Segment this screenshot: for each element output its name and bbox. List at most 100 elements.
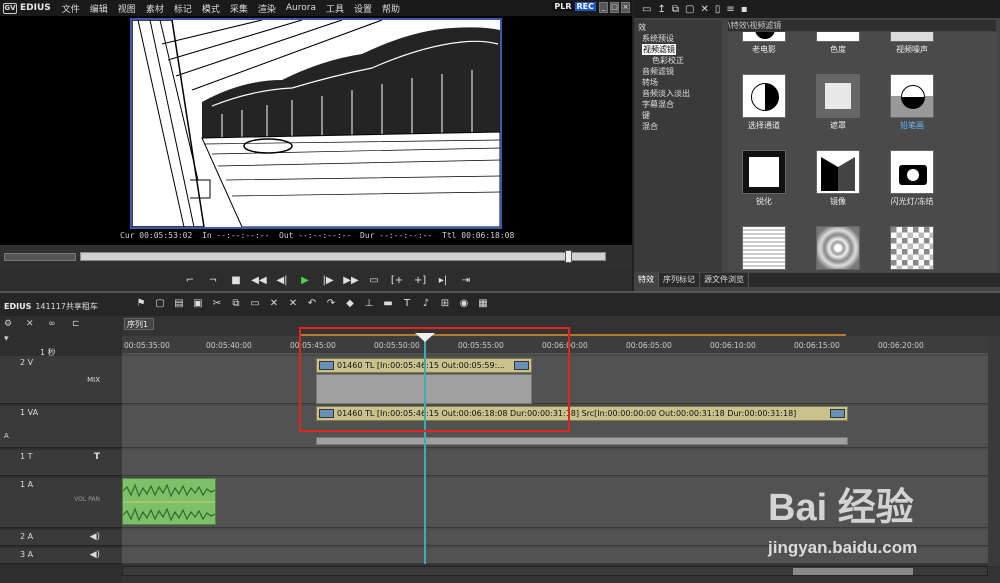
menu-tools[interactable]: 工具 [321,2,349,15]
tree-node-audio-filters[interactable]: 音频滤镜 [638,66,722,77]
shuttle-slider[interactable] [4,253,76,261]
audio-link-icon[interactable]: A [4,432,9,440]
rewind-icon[interactable]: ◀◀ [249,272,269,288]
track-header-1t[interactable]: 1 T T [0,450,122,476]
recorder-mode-button[interactable]: REC [574,2,596,11]
effect-strobe[interactable]: 闪光灯/冻结 [882,150,942,207]
position-slider-handle[interactable] [565,250,572,263]
tree-node-blend[interactable]: 混合 [638,121,722,132]
effect-radial[interactable] [808,226,868,270]
tab-effects[interactable]: 特效 [634,273,659,287]
new-sequence-icon[interactable]: ▢ [153,298,167,309]
speaker-icon[interactable]: ◀) [90,532,100,542]
menu-mode[interactable]: 模式 [197,2,225,15]
snap-icon[interactable]: ▬ [381,298,395,309]
cut-icon[interactable]: ✕ [700,4,708,15]
effect-mirror[interactable]: 镜像 [808,150,868,207]
menu-settings[interactable]: 设置 [349,2,377,15]
effect-select-channel[interactable]: 选择通道 [734,74,794,131]
tab-sequence-markers[interactable]: 序列标记 [659,273,700,287]
properties-icon[interactable]: ≡ [726,4,734,15]
tab-source-browser[interactable]: 源文件浏览 [700,273,749,287]
collapse-icon[interactable]: ▾ [4,334,9,344]
effect-pencil-sketch[interactable]: 铅笔画 [882,74,942,131]
clip-1va-audio[interactable] [316,437,848,445]
export-icon[interactable]: ⇥ [456,272,476,288]
lane-1t[interactable] [122,450,988,476]
redo-icon[interactable]: ↷ [324,298,338,309]
mixer-icon[interactable]: ⊞ [438,298,452,309]
set-in-icon[interactable]: ⌐ [180,272,200,288]
copy-icon[interactable]: ⧉ [229,298,243,309]
new-icon[interactable]: ▢ [685,4,694,15]
effect-mask[interactable]: 遮罩 [808,74,868,131]
insert-icon[interactable]: [+ [387,272,407,288]
tree-node-effects[interactable]: 效 [638,22,722,33]
menu-aurora[interactable]: Aurora [281,3,321,13]
sequence-tab[interactable]: 序列1 [124,318,154,330]
overwrite-icon[interactable]: +] [410,272,430,288]
step-back-icon[interactable]: ◀| [272,272,292,288]
tree-node-title-mix[interactable]: 字幕混合 [638,99,722,110]
delete-icon[interactable]: ▯ [715,4,721,15]
menu-marker[interactable]: 标记 [169,2,197,15]
vol-pan-icon[interactable]: VOL PAN [74,496,100,503]
set-out-icon[interactable]: ¬ [203,272,223,288]
track-header-1a[interactable]: 1 A VOL PAN [0,478,122,528]
stop-icon[interactable]: ■ [226,272,246,288]
match-frame-icon[interactable]: ▸| [433,272,453,288]
save-icon[interactable]: ▣ [191,298,205,309]
microphone-icon[interactable]: ♪ [419,298,433,309]
track-header-1va[interactable]: 1 VA A [0,406,122,448]
menu-help[interactable]: 帮助 [377,2,405,15]
tree-node-color-correction[interactable]: 色彩校正 [638,55,722,66]
up-folder-icon[interactable]: ↥ [657,4,665,15]
tree-node-audio-fades[interactable]: 音频淡入淡出 [638,88,722,99]
menu-edit[interactable]: 编辑 [85,2,113,15]
effect-video-noise[interactable]: 视频噪声 [882,32,942,55]
menu-clip[interactable]: 素材 [141,2,169,15]
paste-icon[interactable]: ▭ [248,298,262,309]
menu-file[interactable]: 文件 [57,2,85,15]
position-slider[interactable] [80,252,606,261]
audio-clip-1a[interactable] [122,478,216,525]
tree-node-keyers[interactable]: 键 [638,110,722,121]
loop-playback-icon[interactable]: ∞ [48,319,56,329]
cut-icon[interactable]: ✂ [210,298,224,309]
sync-lock-icon[interactable]: ⊏ [72,319,80,329]
effect-chroma[interactable]: 色度 [808,32,868,55]
mix-icon[interactable]: MIX [87,376,100,384]
track-header-2a[interactable]: 2 A ◀) [0,530,122,546]
ripple-icon[interactable]: ✕ [286,298,300,309]
effect-lines[interactable] [734,226,794,270]
tree-node-video-filters[interactable]: 视频滤镜 [642,44,676,55]
marker-icon[interactable]: ◆ [343,298,357,309]
delete-icon[interactable]: ✕ [267,298,281,309]
track-header-3a[interactable]: 3 A ◀) [0,548,122,564]
menu-view[interactable]: 视图 [113,2,141,15]
open-icon[interactable]: ▤ [172,298,186,309]
step-forward-icon[interactable]: |▶ [318,272,338,288]
minimize-icon[interactable]: _ [599,2,608,13]
play-icon[interactable]: ▶ [295,272,315,288]
track-header-2v[interactable]: 2 V MIX [0,356,122,404]
effect-old-movie[interactable]: 老电影 [734,32,794,55]
razor-icon[interactable]: ⊥ [362,298,376,309]
folder-icon[interactable]: ▭ [642,4,651,15]
effect-sharpen[interactable]: 锐化 [734,150,794,207]
close-icon[interactable]: × [621,2,630,13]
tree-node-system-presets[interactable]: 系统预设 [638,33,722,44]
copy-icon[interactable]: ⧉ [672,4,679,15]
fast-forward-icon[interactable]: ▶▶ [341,272,361,288]
speaker-icon[interactable]: ◀) [90,550,100,560]
loop-icon[interactable]: ▭ [364,272,384,288]
track-settings-icon[interactable]: ⚙ [4,319,12,329]
effect-mosaic[interactable] [882,226,942,270]
lock-icon[interactable]: ▪ [741,4,748,15]
maximize-icon[interactable]: □ [610,2,619,13]
player-mode-button[interactable]: PLR [552,2,574,11]
menu-render[interactable]: 渲染 [253,2,281,15]
undo-icon[interactable]: ↶ [305,298,319,309]
menu-capture[interactable]: 采集 [225,2,253,15]
mode-icon[interactable]: ⚑ [134,298,148,309]
